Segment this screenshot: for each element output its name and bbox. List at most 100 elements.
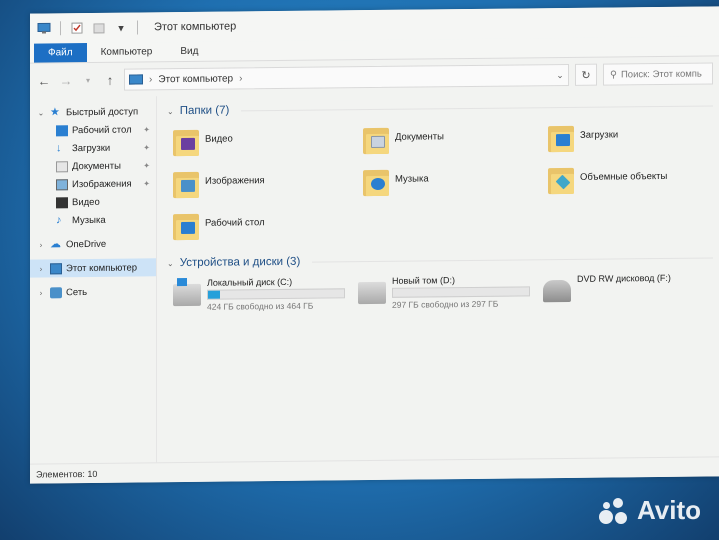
sidebar-item-pictures[interactable]: Изображения ✦ (30, 174, 156, 193)
drive-f[interactable]: DVD RW дисковод (F:) (543, 272, 713, 308)
folder-label: Объемные объекты (580, 170, 668, 183)
download-arrow-icon: ↓ (56, 141, 62, 154)
expand-arrow-icon[interactable]: ⌄ (36, 108, 46, 117)
desktop-folder-icon (173, 210, 199, 241)
film-icon (56, 196, 68, 208)
hard-drive-icon (358, 281, 386, 305)
drive-label: DVD RW дисковод (F:) (577, 272, 671, 284)
item-count: Элементов: 10 (36, 468, 98, 480)
sidebar-item-network[interactable]: › Сеть (30, 282, 156, 301)
chevron-right-icon[interactable]: › (239, 73, 242, 84)
tab-view[interactable]: Вид (166, 42, 212, 61)
folder-label: Рабочий стол (205, 217, 265, 229)
forward-arrow-icon[interactable]: → (58, 73, 74, 88)
tab-computer[interactable]: Компьютер (87, 42, 167, 62)
music-note-icon: ♪ (56, 213, 62, 226)
sidebar-item-documents[interactable]: Документы ✦ (30, 156, 156, 175)
network-icon (50, 286, 62, 298)
quick-access-dropdown-icon[interactable]: ▾ (113, 21, 129, 35)
properties-icon[interactable] (69, 21, 85, 35)
pc-icon (36, 21, 52, 35)
music-folder-icon (363, 166, 389, 197)
cloud-icon: ☁ (50, 237, 61, 250)
folder-label: Музыка (395, 173, 429, 185)
windows-drive-icon (173, 283, 201, 307)
up-arrow-icon[interactable]: ↑ (102, 72, 118, 87)
chevron-right-icon[interactable]: › (149, 74, 152, 85)
address-dropdown-icon[interactable]: ⌄ (552, 69, 568, 80)
folder-3d-objects[interactable]: Объемные объекты (548, 163, 708, 207)
drive-free-space: 424 ГБ свободно из 464 ГБ (207, 300, 314, 312)
collapse-arrow-icon[interactable]: ⌄ (167, 107, 174, 116)
folder-music[interactable]: Музыка (363, 164, 548, 208)
sidebar-item-videos[interactable]: Видео (30, 192, 156, 211)
window-title: Этот компьютер (154, 20, 237, 34)
sidebar-item-label: Музыка (72, 214, 106, 226)
drives-grid: Локальный диск (C:) 424 ГБ свободно из 4… (173, 272, 713, 312)
back-arrow-icon[interactable]: ← (36, 73, 52, 88)
expand-arrow-icon[interactable]: › (36, 240, 46, 249)
recent-dropdown-icon[interactable]: ▾ (80, 75, 96, 84)
devices-group-header[interactable]: ⌄ Устройства и диски (3) (167, 248, 713, 272)
folder-label: Изображения (205, 175, 265, 187)
sidebar-item-label: Рабочий стол (72, 124, 132, 136)
sidebar-item-downloads[interactable]: ↓ Загрузки ✦ (30, 138, 156, 157)
drive-usage-bar (392, 286, 530, 298)
documents-folder-icon (363, 124, 389, 155)
expand-arrow-icon[interactable]: › (36, 264, 46, 273)
sidebar-item-label: Сеть (66, 286, 88, 298)
navigation-pane: ⌄ ★ Быстрый доступ Рабочий стол ✦ ↓ Загр… (30, 96, 157, 474)
video-folder-icon (173, 126, 199, 157)
address-field[interactable]: › Этот компьютер › ⌄ (124, 63, 569, 91)
tab-file[interactable]: Файл (34, 43, 87, 63)
search-input[interactable]: ⚲ Поиск: Этот компь (603, 62, 713, 86)
desktop-icon (56, 124, 68, 136)
drive-label: Локальный диск (C:) (207, 276, 293, 288)
refresh-button[interactable]: ↻ (575, 63, 597, 86)
avito-logo-icon (598, 497, 631, 524)
folder-desktop[interactable]: Рабочий стол (173, 208, 363, 252)
drive-label: Новый том (D:) (392, 275, 455, 286)
search-placeholder: Поиск: Этот компь (620, 68, 702, 80)
drive-usage-fill (208, 290, 220, 299)
document-icon (56, 160, 68, 172)
breadcrumb-this-pc[interactable]: Этот компьютер (158, 73, 233, 85)
new-folder-icon[interactable] (91, 21, 107, 35)
sidebar-item-label: Документы (72, 160, 121, 172)
sidebar-item-desktop[interactable]: Рабочий стол ✦ (30, 120, 156, 139)
pin-icon[interactable]: ✦ (143, 125, 150, 134)
sidebar-item-this-pc[interactable]: › Этот компьютер (30, 258, 156, 278)
pin-icon[interactable]: ✦ (143, 179, 150, 188)
sidebar-item-label: Видео (72, 196, 100, 208)
folders-group-header[interactable]: ⌄ Папки (7) (167, 96, 713, 120)
avito-wordmark: Avito (636, 495, 701, 525)
expand-arrow-icon[interactable]: › (36, 288, 46, 297)
sidebar-item-label: Изображения (72, 178, 132, 190)
collapse-arrow-icon[interactable]: ⌄ (167, 259, 174, 268)
downloads-folder-icon (548, 122, 574, 153)
sidebar-item-quick-access[interactable]: ⌄ ★ Быстрый доступ (30, 102, 156, 121)
explorer-window: ▾ Этот компьютер Файл Компьютер Вид ← → … (30, 6, 719, 484)
sidebar-item-label: Быстрый доступ (66, 105, 139, 118)
folder-label: Видео (205, 133, 233, 145)
sidebar-item-onedrive[interactable]: › ☁ OneDrive (30, 234, 156, 253)
search-icon: ⚲ (610, 68, 617, 81)
sidebar-item-music[interactable]: ♪ Музыка (30, 210, 156, 229)
3d-objects-folder-icon (548, 164, 574, 195)
folder-label: Документы (395, 131, 444, 143)
folder-documents[interactable]: Документы (363, 122, 548, 166)
group-title: Папки (7) (179, 104, 230, 118)
pin-icon[interactable]: ✦ (143, 143, 150, 152)
sidebar-item-label: Загрузки (72, 142, 111, 154)
dvd-drive-icon (543, 279, 571, 303)
folders-grid: Видео Документы Загрузки Изображения Муз… (173, 120, 713, 252)
folder-downloads[interactable]: Загрузки (548, 121, 708, 165)
drive-c[interactable]: Локальный диск (C:) 424 ГБ свободно из 4… (173, 276, 358, 312)
folder-videos[interactable]: Видео (173, 124, 363, 168)
folder-pictures[interactable]: Изображения (173, 166, 363, 210)
pc-icon (129, 74, 143, 85)
drive-d[interactable]: Новый том (D:) 297 ГБ свободно из 297 ГБ (358, 274, 543, 310)
pin-icon[interactable]: ✦ (143, 161, 150, 170)
avito-watermark: Avito (598, 495, 701, 526)
content-pane: ⌄ Папки (7) Видео Документы Загрузки Изо… (157, 90, 719, 472)
